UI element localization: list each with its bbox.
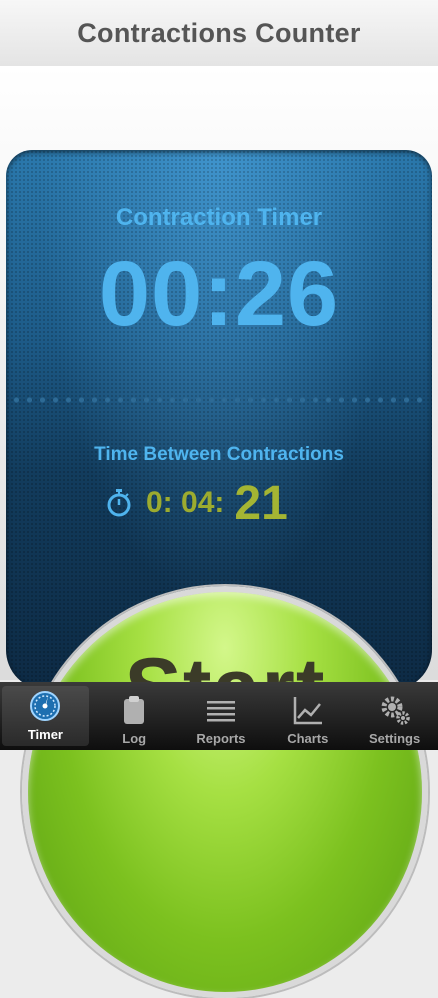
contraction-timer-label: Contraction Timer <box>115 204 323 231</box>
app-title: Contractions Counter <box>77 17 361 48</box>
tab-timer[interactable]: Timer <box>2 686 89 746</box>
tab-reports[interactable]: Reports <box>178 682 265 750</box>
tab-settings[interactable]: Settings <box>351 682 438 750</box>
time-between-row: 0: 04: 21 <box>106 476 288 530</box>
line-chart-icon <box>293 697 322 725</box>
gauge-icon <box>30 691 61 721</box>
tab-charts[interactable]: Charts <box>264 682 351 750</box>
time-between-prefix: 0: 04: <box>146 486 225 519</box>
tab-label: Reports <box>196 731 246 746</box>
gears-icon <box>381 696 410 725</box>
clipboard-icon <box>124 696 145 724</box>
time-between-seconds: 21 <box>234 476 288 530</box>
dotted-divider <box>10 396 428 404</box>
tab-label: Log <box>122 731 147 746</box>
tab-label: Charts <box>287 731 329 746</box>
start-button[interactable]: Start <box>22 586 428 998</box>
nav-bar: Contractions Counter <box>0 0 438 66</box>
tab-label: Settings <box>368 731 421 746</box>
list-icon <box>206 701 235 722</box>
tab-log[interactable]: Log <box>91 682 178 750</box>
timer-frame: Contraction Timer 00:26 Time Between Con… <box>0 66 438 998</box>
tab-bar: Timer Log Reports Charts Settings <box>0 682 438 750</box>
tab-label: Timer <box>27 727 63 742</box>
contraction-timer-value: 00:26 <box>98 243 340 345</box>
stopwatch-icon <box>107 489 131 517</box>
time-between-label: Time Between Contractions <box>94 444 344 465</box>
